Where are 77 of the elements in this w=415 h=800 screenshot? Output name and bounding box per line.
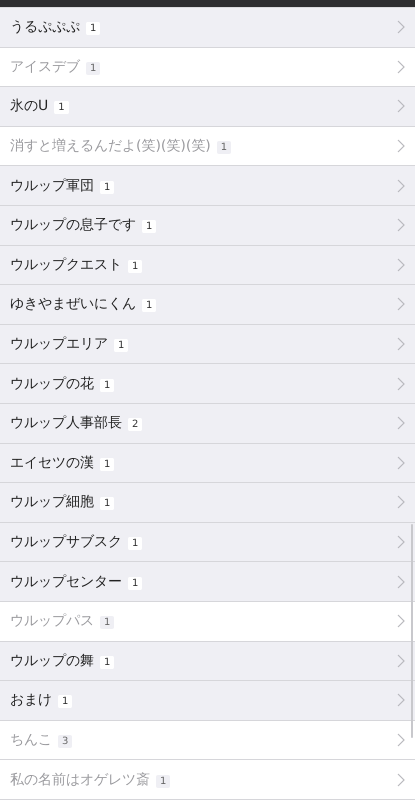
thread-row[interactable]: ゆきやまぜいにくん 1 — [0, 285, 415, 325]
count-badge: 1 — [128, 260, 142, 273]
count-badge: 1 — [114, 339, 128, 352]
count-badge: 1 — [128, 537, 142, 550]
thread-title: ちんこ — [10, 730, 52, 749]
chevron-icon — [397, 99, 405, 114]
count-badge: 1 — [100, 616, 114, 630]
thread-title: ゆきやまぜいにくん — [10, 295, 136, 314]
count-badge: 1 — [100, 497, 114, 510]
thread-row[interactable]: ウルップクエスト 1 — [0, 246, 415, 286]
thread-row[interactable]: ウルップ細胞 1 — [0, 483, 415, 523]
thread-title: ウルップ軍団 — [10, 176, 94, 195]
chevron-icon — [397, 456, 405, 470]
count-badge: 1 — [86, 22, 100, 36]
thread-row[interactable]: おまけ 1 — [0, 681, 415, 721]
count-badge: 1 — [142, 299, 156, 312]
thread-title: ウルップクエスト — [10, 256, 122, 274]
thread-title: ウルップの舞 — [10, 652, 94, 670]
chevron-icon — [397, 337, 405, 352]
count-badge: 1 — [100, 458, 114, 471]
thread-row[interactable]: ちんこ 3 — [0, 720, 415, 760]
thread-row[interactable]: ウルップ人事部長 2 — [0, 404, 415, 444]
chevron-icon — [397, 178, 405, 193]
chevron-icon — [397, 376, 405, 391]
chevron-icon — [397, 654, 405, 668]
chevron-icon — [397, 297, 405, 312]
count-badge: 1 — [100, 656, 114, 669]
chevron-icon — [397, 535, 405, 550]
chevron-icon — [397, 20, 405, 34]
count-badge: 1 — [58, 695, 72, 708]
thread-title: ウルップパス — [10, 612, 94, 630]
thread-title: ウルップ人事部長 — [10, 414, 122, 432]
thread-title: ウルップ細胞 — [10, 493, 94, 512]
count-badge: 3 — [58, 734, 72, 748]
thread-title: 私の名前はオゲレツ斎 — [10, 770, 150, 789]
thread-title: ウルップの息子です — [10, 216, 136, 234]
count-badge: 1 — [142, 220, 156, 234]
thread-row[interactable]: エイセツの漢 1 — [0, 444, 415, 484]
chevron-icon — [397, 139, 405, 154]
count-badge: 1 — [128, 576, 142, 590]
thread-title: ウルップサブスク — [10, 533, 122, 552]
thread-row[interactable]: ウルップの舞 1 — [0, 642, 415, 682]
count-badge: 1 — [86, 62, 100, 75]
thread-title: 氷のU — [10, 97, 48, 116]
thread-row[interactable]: ウルップエリア 1 — [0, 324, 415, 364]
thread-row[interactable]: ウルップセンター 1 — [0, 562, 415, 602]
count-badge: 1 — [100, 378, 114, 392]
thread-title: ウルップエリア — [10, 335, 108, 354]
thread-title: ウルップの花 — [10, 374, 94, 393]
thread-title: 消すと増えるんだよ(笑)(笑)(笑) — [10, 137, 211, 156]
chevron-icon — [397, 614, 405, 628]
thread-title: アイスデブ — [10, 58, 80, 76]
chevron-icon — [397, 574, 405, 589]
thread-row[interactable]: うるぷぷぷ 1 — [0, 8, 415, 48]
chevron-icon — [397, 218, 405, 232]
thread-row[interactable]: アイスデブ 1 — [0, 48, 415, 88]
thread-row[interactable]: ウルップの花 1 — [0, 364, 415, 404]
count-badge: 1 — [216, 141, 232, 154]
chevron-icon — [397, 258, 405, 272]
chevron-icon — [397, 495, 405, 510]
count-badge: 2 — [128, 418, 142, 432]
chevron-icon — [397, 693, 405, 708]
thread-row[interactable]: ウルップサブスク 1 — [0, 522, 415, 562]
count-badge: 1 — [100, 180, 114, 194]
thread-title: ウルップセンター — [10, 572, 122, 591]
thread-row[interactable]: 氷のU 1 — [0, 87, 415, 127]
count-badge: 1 — [54, 101, 69, 114]
count-badge: 1 — [156, 774, 170, 788]
thread-title: うるぷぷぷ — [10, 18, 80, 36]
thread-title: エイセツの漢 — [10, 454, 94, 472]
thread-row[interactable]: ウルップの息子です 1 — [0, 206, 415, 246]
chevron-icon — [397, 416, 405, 430]
chevron-icon — [397, 772, 405, 787]
chevron-icon — [397, 732, 405, 747]
thread-title: おまけ — [10, 691, 52, 710]
chevron-icon — [397, 60, 405, 74]
thread-row[interactable]: ウルップ軍団 1 — [0, 166, 415, 206]
